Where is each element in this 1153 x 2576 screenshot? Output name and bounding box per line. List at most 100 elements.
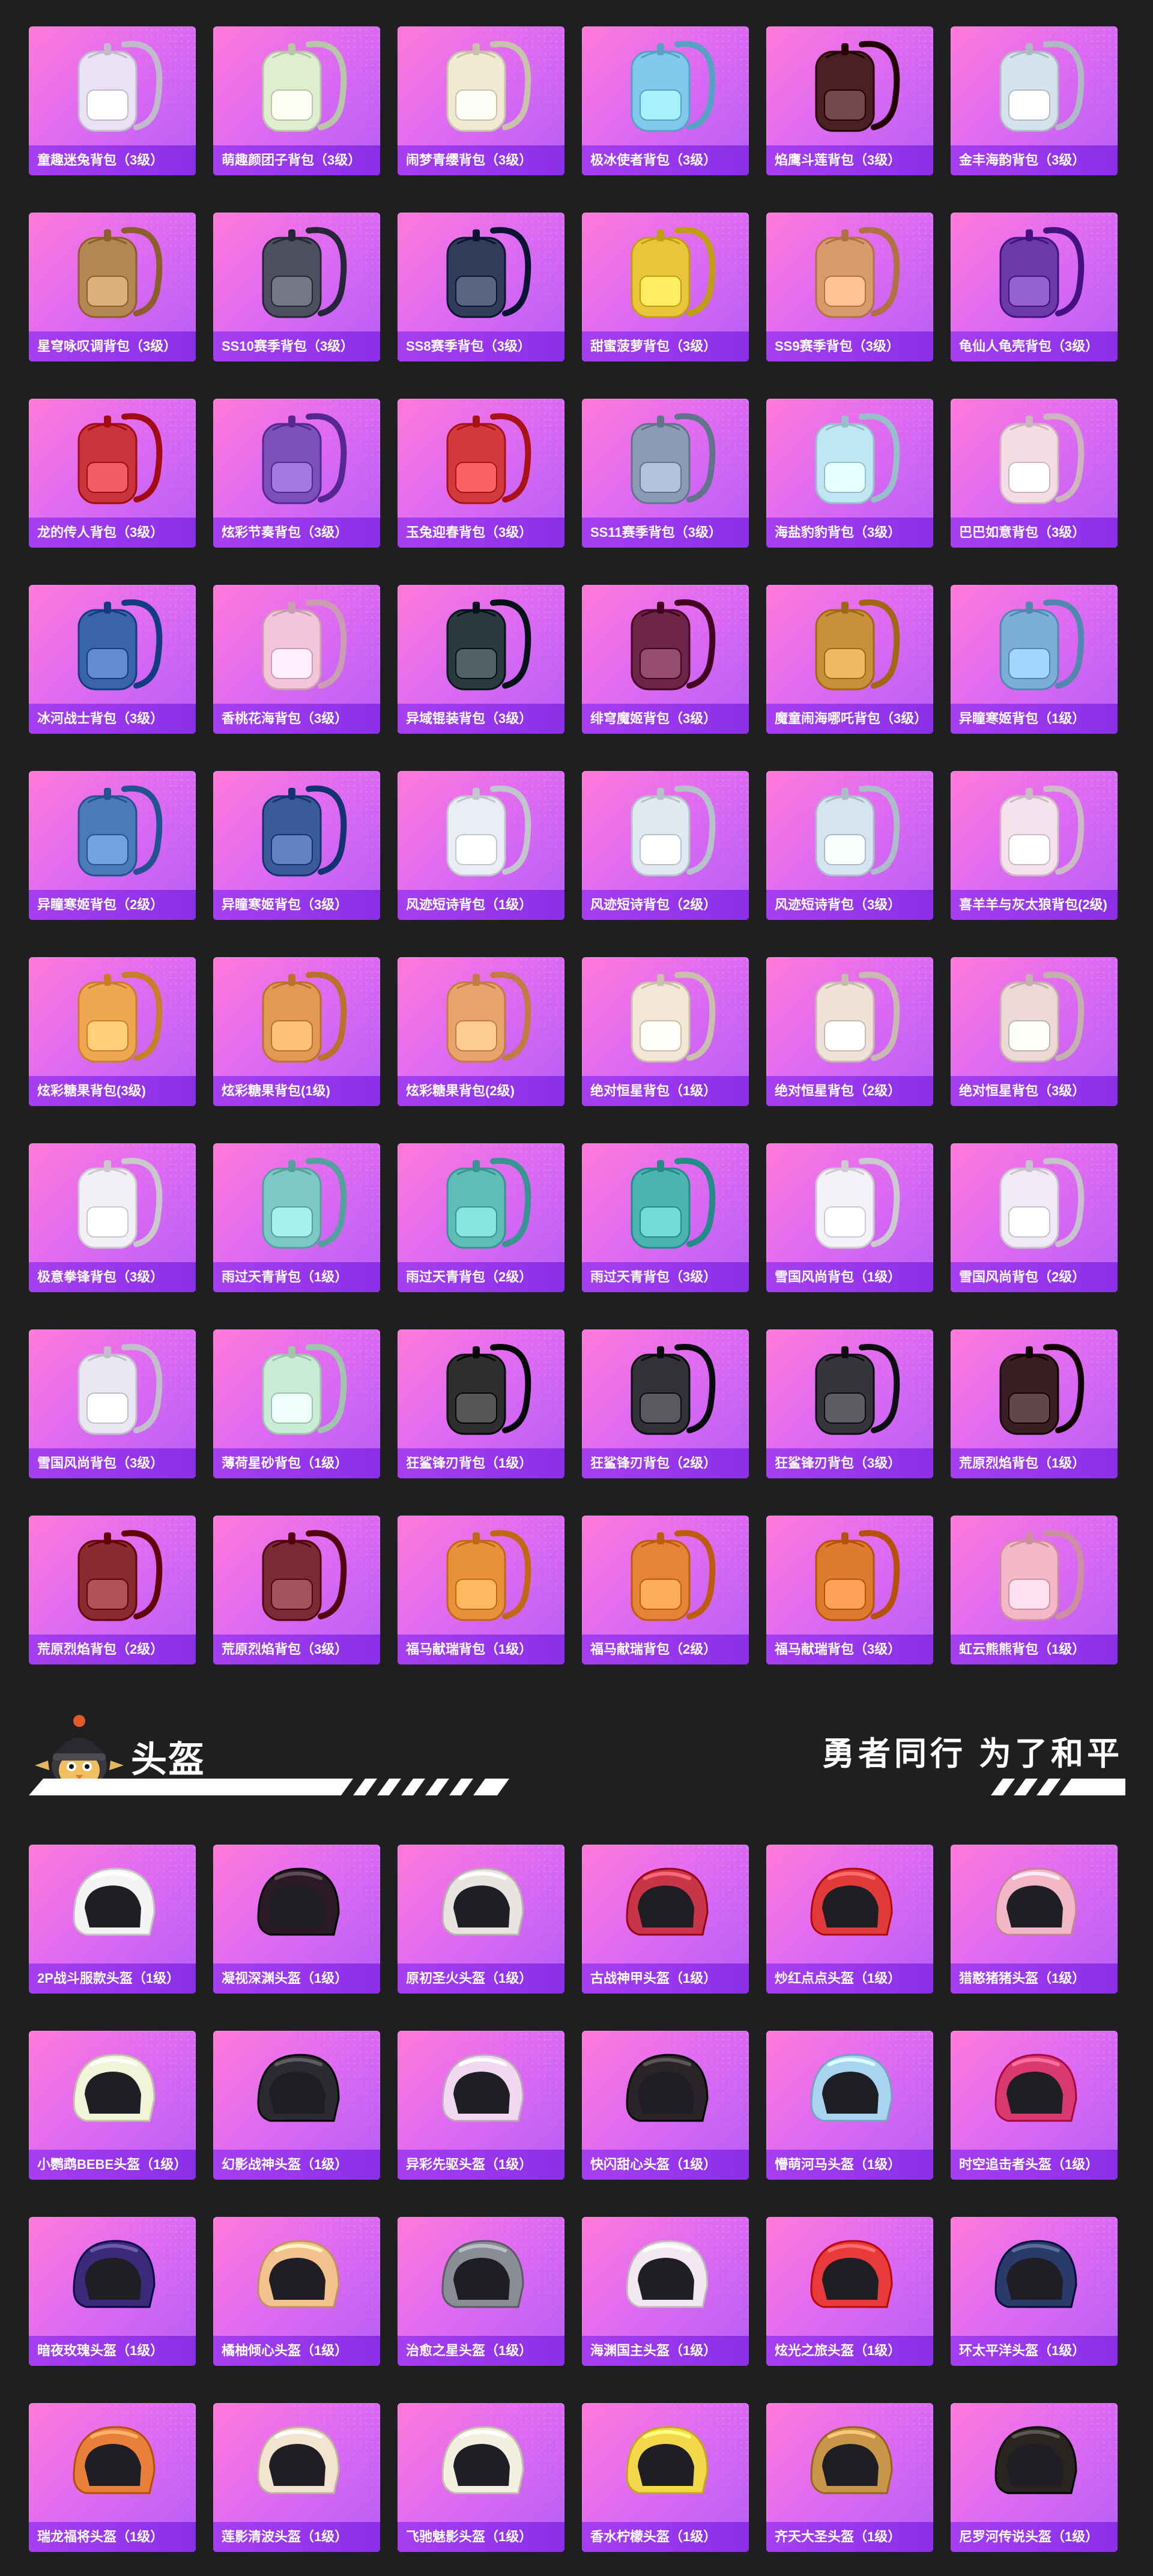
backpack-name-label: 福马献瑞背包（2级） (582, 1634, 749, 1664)
helmet-card[interactable]: 莲影清波头盔（1级） (213, 2403, 380, 2552)
helmet-card[interactable]: 快闪甜心头盔（1级） (582, 2031, 749, 2180)
backpack-name-label: 炫彩糖果背包(3级) (29, 1076, 196, 1106)
helmet-card[interactable]: 瑞龙福将头盔（1级） (29, 2403, 196, 2552)
helmet-card[interactable]: 懵萌河马头盔（1级） (766, 2031, 933, 2180)
backpack-card[interactable]: 异瞳寒姬背包（2级） (29, 771, 196, 920)
backpack-card[interactable]: SS9赛季背包（3级） (766, 213, 933, 361)
backpack-card[interactable]: 雪国风尚背包（1级） (766, 1143, 933, 1292)
helmet-card[interactable]: 环太平洋头盔（1级） (951, 2217, 1118, 2366)
backpack-card[interactable]: 异瞳寒姬背包（1级） (951, 585, 1118, 734)
backpack-card[interactable]: 雪国风尚背包（2级） (951, 1143, 1118, 1292)
backpack-card[interactable]: SS11赛季背包（3级） (582, 399, 749, 548)
backpack-card[interactable]: 冰河战士背包（3级） (29, 585, 196, 734)
backpack-card[interactable]: 虹云熊熊背包（1级） (951, 1516, 1118, 1664)
backpack-grid: 童趣迷兔背包（3级） 萌趣颜团子背包（3级） 闹梦青缨背包（3级） 极冰使者背包（3级… (29, 26, 1119, 1664)
backpack-card[interactable]: 甜蜜菠萝背包（3级） (582, 213, 749, 361)
helmet-card[interactable]: 飞驰魅影头盔（1级） (398, 2403, 564, 2552)
backpack-card[interactable]: SS10赛季背包（3级） (213, 213, 380, 361)
helmet-card[interactable]: 2P战斗服款头盔（1级） (29, 1845, 196, 1994)
backpack-card[interactable]: 极冰使者背包（3级） (582, 26, 749, 175)
backpack-name-label: 玉兔迎春背包（3级） (398, 518, 564, 548)
helmet-card[interactable]: 炒红点点头盔（1级） (766, 1845, 933, 1994)
backpack-card[interactable]: 玉兔迎春背包（3级） (398, 399, 564, 548)
backpack-card[interactable]: 星穹咏叹调背包（3级） (29, 213, 196, 361)
backpack-card[interactable]: 狂鲨锋刃背包（1级） (398, 1329, 564, 1478)
backpack-card[interactable]: 萌趣颜团子背包（3级） (213, 26, 380, 175)
helmet-card[interactable]: 齐天大圣头盔（1级） (766, 2403, 933, 2552)
backpack-card[interactable]: 福马献瑞背包（3级） (766, 1516, 933, 1664)
backpack-card[interactable]: 风迹短诗背包（2级） (582, 771, 749, 920)
backpack-card[interactable]: 龟仙人龟壳背包（3级） (951, 213, 1118, 361)
backpack-card[interactable]: 雨过天青背包（2级） (398, 1143, 564, 1292)
helmet-card[interactable]: 尼罗河传说头盔（1级） (951, 2403, 1118, 2552)
helmet-name-label: 时空追击者头盔（1级） (951, 2150, 1118, 2180)
backpack-card[interactable]: 童趣迷兔背包（3级） (29, 26, 196, 175)
helmet-card[interactable]: 异彩先驱头盔（1级） (398, 2031, 564, 2180)
backpack-card[interactable]: 荒原烈焰背包（3级） (213, 1516, 380, 1664)
helmet-name-label: 飞驰魅影头盔（1级） (398, 2522, 564, 2552)
backpack-name-label: 绝对恒星背包（1级） (582, 1076, 749, 1106)
backpack-card[interactable]: 龙的传人背包（3级） (29, 399, 196, 548)
helmet-card[interactable]: 时空追击者头盔（1级） (951, 2031, 1118, 2180)
backpack-card[interactable]: 绝对恒星背包（1级） (582, 957, 749, 1106)
helmet-card[interactable]: 小鹦鹉BEBE头盔（1级） (29, 2031, 196, 2180)
backpack-name-label: 风迹短诗背包（2级） (582, 890, 749, 920)
backpack-card[interactable]: 荒原烈焰背包（2级） (29, 1516, 196, 1664)
backpack-name-label: 炫彩节奏背包（3级） (213, 518, 380, 548)
backpack-card[interactable]: 绯穹魔姬背包（3级） (582, 585, 749, 734)
backpack-card[interactable]: 炫彩节奏背包（3级） (213, 399, 380, 548)
backpack-card[interactable]: 雨过天青背包（3级） (582, 1143, 749, 1292)
helmet-card[interactable]: 橘柚倾心头盔（1级） (213, 2217, 380, 2366)
backpack-name-label: 金丰海韵背包（3级） (951, 145, 1118, 175)
backpack-card[interactable]: 绝对恒星背包（2级） (766, 957, 933, 1106)
backpack-name-label: 绝对恒星背包（2级） (766, 1076, 933, 1106)
backpack-card[interactable]: 异瞳寒姬背包（3级） (213, 771, 380, 920)
backpack-card[interactable]: SS8赛季背包（3级） (398, 213, 564, 361)
backpack-card[interactable]: 狂鲨锋刃背包（3级） (766, 1329, 933, 1478)
helmet-card[interactable]: 治愈之星头盔（1级） (398, 2217, 564, 2366)
backpack-name-label: 雪国风尚背包（3级） (29, 1448, 196, 1478)
backpack-name-label: 异瞳寒姬背包（1级） (951, 704, 1118, 734)
backpack-card[interactable]: 炫彩糖果背包(2级) (398, 957, 564, 1106)
backpack-card[interactable]: 海盐豹豹背包（3级） (766, 399, 933, 548)
backpack-card[interactable]: 绝对恒星背包（3级） (951, 957, 1118, 1106)
backpack-name-label: 荒原烈焰背包（1级） (951, 1448, 1118, 1478)
backpack-card[interactable]: 香桃花海背包（3级） (213, 585, 380, 734)
backpack-name-label: 星穹咏叹调背包（3级） (29, 331, 196, 361)
backpack-card[interactable]: 喜羊羊与灰太狼背包(2级) (951, 771, 1118, 920)
helmet-card[interactable]: 暗夜玫瑰头盔（1级） (29, 2217, 196, 2366)
backpack-card[interactable]: 异域锟装背包（3级） (398, 585, 564, 734)
backpack-card[interactable]: 焰鹰斗莲背包（3级） (766, 26, 933, 175)
backpack-card[interactable]: 极意拳锋背包（3级） (29, 1143, 196, 1292)
backpack-card[interactable]: 雪国风尚背包（3级） (29, 1329, 196, 1478)
helmet-name-label: 橘柚倾心头盔（1级） (213, 2336, 380, 2366)
backpack-card[interactable]: 炫彩糖果背包(3级) (29, 957, 196, 1106)
backpack-card[interactable]: 巴巴如意背包（3级） (951, 399, 1118, 548)
backpack-card[interactable]: 福马献瑞背包（1级） (398, 1516, 564, 1664)
backpack-card[interactable]: 风迹短诗背包（1级） (398, 771, 564, 920)
backpack-card[interactable]: 薄荷星砂背包（1级） (213, 1329, 380, 1478)
backpack-card[interactable]: 闹梦青缨背包（3级） (398, 26, 564, 175)
helmet-card[interactable]: 原初圣火头盔（1级） (398, 1845, 564, 1994)
backpack-card[interactable]: 福马献瑞背包（2级） (582, 1516, 749, 1664)
backpack-name-label: 异瞳寒姬背包（3级） (213, 890, 380, 920)
helmet-card[interactable]: 海渊国主头盔（1级） (582, 2217, 749, 2366)
helmet-card[interactable]: 幻影战神头盔（1级） (213, 2031, 380, 2180)
helmet-card[interactable]: 炫光之旅头盔（1级） (766, 2217, 933, 2366)
helmet-card[interactable]: 凝视深渊头盔（1级） (213, 1845, 380, 1994)
helmet-name-label: 幻影战神头盔（1级） (213, 2150, 380, 2180)
backpack-name-label: SS10赛季背包（3级） (213, 331, 380, 361)
helmet-card[interactable]: 古战神甲头盔（1级） (582, 1845, 749, 1994)
backpack-card[interactable]: 狂鲨锋刃背包（2级） (582, 1329, 749, 1478)
backpack-card[interactable]: 魔童闹海哪吒背包（3级） (766, 585, 933, 734)
backpack-card[interactable]: 炫彩糖果背包(1级) (213, 957, 380, 1106)
helmet-name-label: 尼罗河传说头盔（1级） (951, 2522, 1118, 2552)
backpack-card[interactable]: 风迹短诗背包（3级） (766, 771, 933, 920)
backpack-card[interactable]: 金丰海韵背包（3级） (951, 26, 1118, 175)
backpack-card[interactable]: 雨过天青背包（1级） (213, 1143, 380, 1292)
backpack-name-label: SS11赛季背包（3级） (582, 518, 749, 548)
backpack-name-label: 魔童闹海哪吒背包（3级） (766, 704, 933, 734)
helmet-card[interactable]: 猎憨猪猪头盔（1级） (951, 1845, 1118, 1994)
backpack-card[interactable]: 荒原烈焰背包（1级） (951, 1329, 1118, 1478)
helmet-card[interactable]: 香水柠檬头盔（1级） (582, 2403, 749, 2552)
